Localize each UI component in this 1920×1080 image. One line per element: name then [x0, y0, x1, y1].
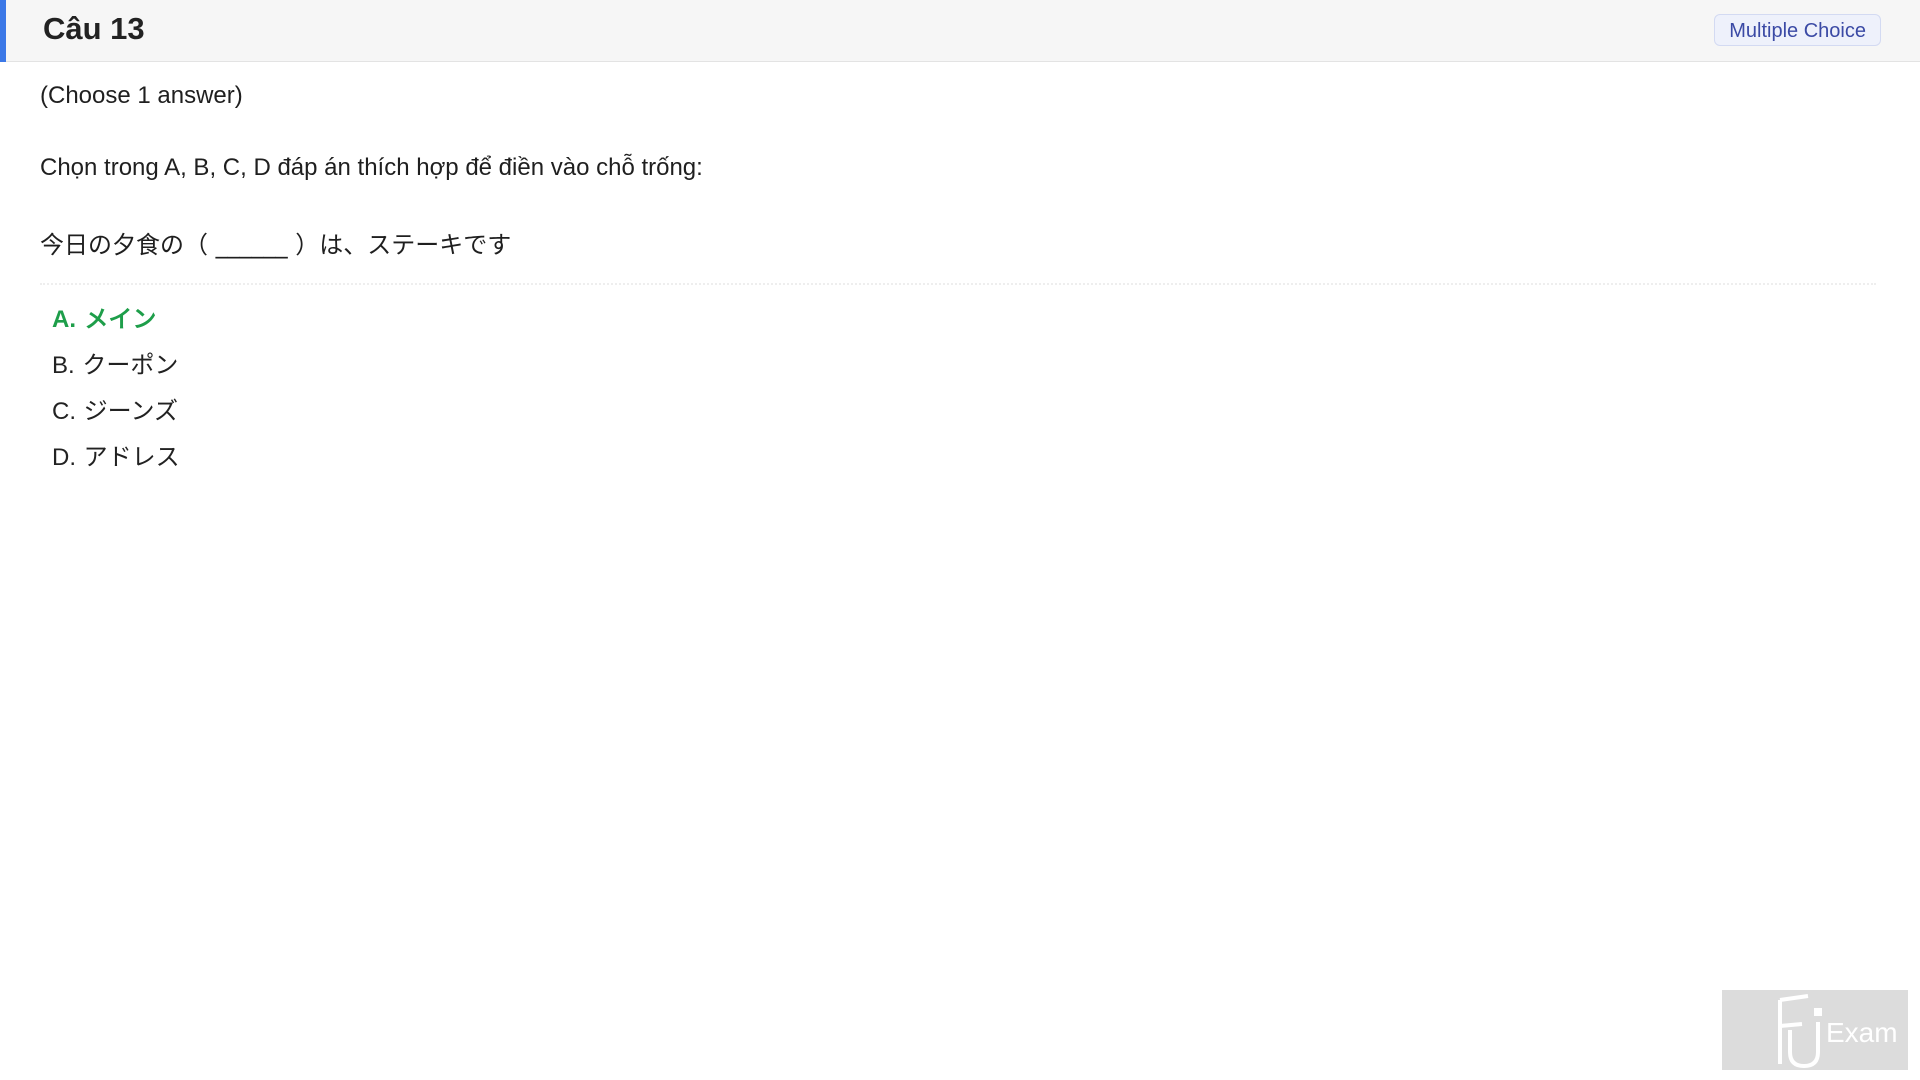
option-c[interactable]: C. ジーンズ	[52, 388, 180, 434]
answer-count-instruction: (Choose 1 answer)	[40, 82, 243, 109]
option-d[interactable]: D. アドレス	[52, 434, 180, 480]
question-type-badge: Multiple Choice	[1714, 14, 1881, 46]
option-letter: B.	[52, 352, 75, 379]
option-text: アドレス	[83, 443, 180, 471]
option-letter: A.	[52, 306, 76, 333]
option-text: メイン	[84, 305, 157, 333]
option-text: ジーンズ	[83, 397, 178, 425]
option-b[interactable]: B. クーポン	[52, 342, 180, 388]
fu-logo-icon: Exam	[1778, 994, 1898, 1069]
watermark-text: Exam	[1826, 1017, 1898, 1048]
options-divider	[40, 283, 1876, 285]
question-number-title: Câu 13	[43, 11, 145, 46]
option-a[interactable]: A. メイン	[52, 296, 180, 342]
option-text: クーポン	[82, 351, 179, 379]
answer-options-list: A. メイン B. クーポン C. ジーンズ D. アドレス	[52, 296, 180, 480]
question-prompt: Chọn trong A, B, C, D đáp án thích hợp đ…	[40, 154, 703, 181]
fu-exam-watermark-logo: Exam	[1722, 990, 1908, 1070]
question-sentence: 今日の夕食の（ ______ ）は、ステーキです	[40, 231, 512, 259]
question-header: Câu 13 Multiple Choice	[0, 0, 1920, 62]
option-letter: D.	[52, 444, 76, 471]
header-accent-bar	[0, 0, 6, 62]
option-letter: C.	[52, 398, 76, 425]
